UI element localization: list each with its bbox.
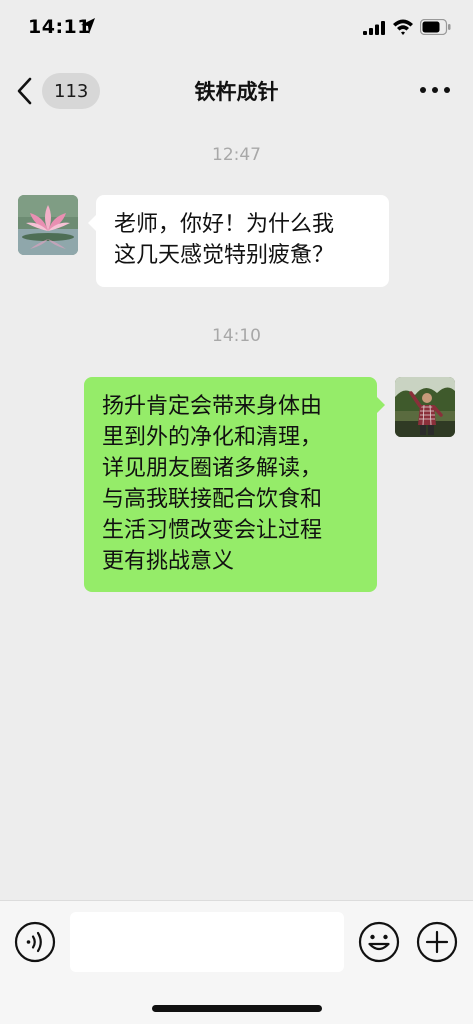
- message-bubble-sent[interactable]: 扬升肯定会带来身体由 里到外的净化和清理， 详见朋友圈诸多解读， 与高我联接配合…: [84, 377, 385, 592]
- contact-avatar[interactable]: [18, 195, 78, 255]
- chat-screen: 14:11 113 铁杵成针 12:47 老师，你好！为什么我 这几天感觉特别疲…: [0, 0, 473, 1024]
- signal-icon: [363, 21, 385, 35]
- message-line: 扬升肯定会带来身体由: [102, 394, 323, 419]
- more-icon[interactable]: [419, 82, 451, 98]
- message-line: 与高我联接配合饮食和: [102, 487, 323, 512]
- emoji-icon[interactable]: [358, 921, 400, 963]
- message-line: 更有挑战意义: [102, 549, 235, 574]
- message-timestamp: 14:10: [212, 326, 261, 346]
- message-line: 里到外的净化和清理，: [102, 425, 323, 450]
- location-arrow-icon: [81, 18, 95, 34]
- person-avatar-image: [395, 377, 455, 437]
- lotus-avatar-image: [18, 195, 78, 255]
- message-line: 这几天感觉特别疲惫？: [114, 243, 335, 268]
- message-line: 详见朋友圈诸多解读，: [102, 456, 323, 481]
- status-bar: 14:11: [0, 0, 473, 56]
- message-line: 老师，你好！为什么我: [114, 212, 335, 237]
- voice-icon[interactable]: [14, 921, 56, 963]
- user-avatar[interactable]: [395, 377, 455, 437]
- plus-icon[interactable]: [416, 921, 458, 963]
- message-timestamp: 12:47: [212, 145, 261, 165]
- chat-title: 铁杵成针: [194, 80, 279, 104]
- wifi-icon: [393, 19, 413, 35]
- battery-icon: [420, 19, 451, 35]
- message-input[interactable]: [70, 912, 344, 972]
- message-bubble-received[interactable]: 老师，你好！为什么我 这几天感觉特别疲惫？: [88, 195, 389, 287]
- input-bar: [0, 900, 473, 1024]
- message-line: 生活习惯改变会让过程: [102, 518, 323, 543]
- home-indicator: [152, 1005, 322, 1012]
- nav-bar: 113 铁杵成针: [0, 56, 473, 128]
